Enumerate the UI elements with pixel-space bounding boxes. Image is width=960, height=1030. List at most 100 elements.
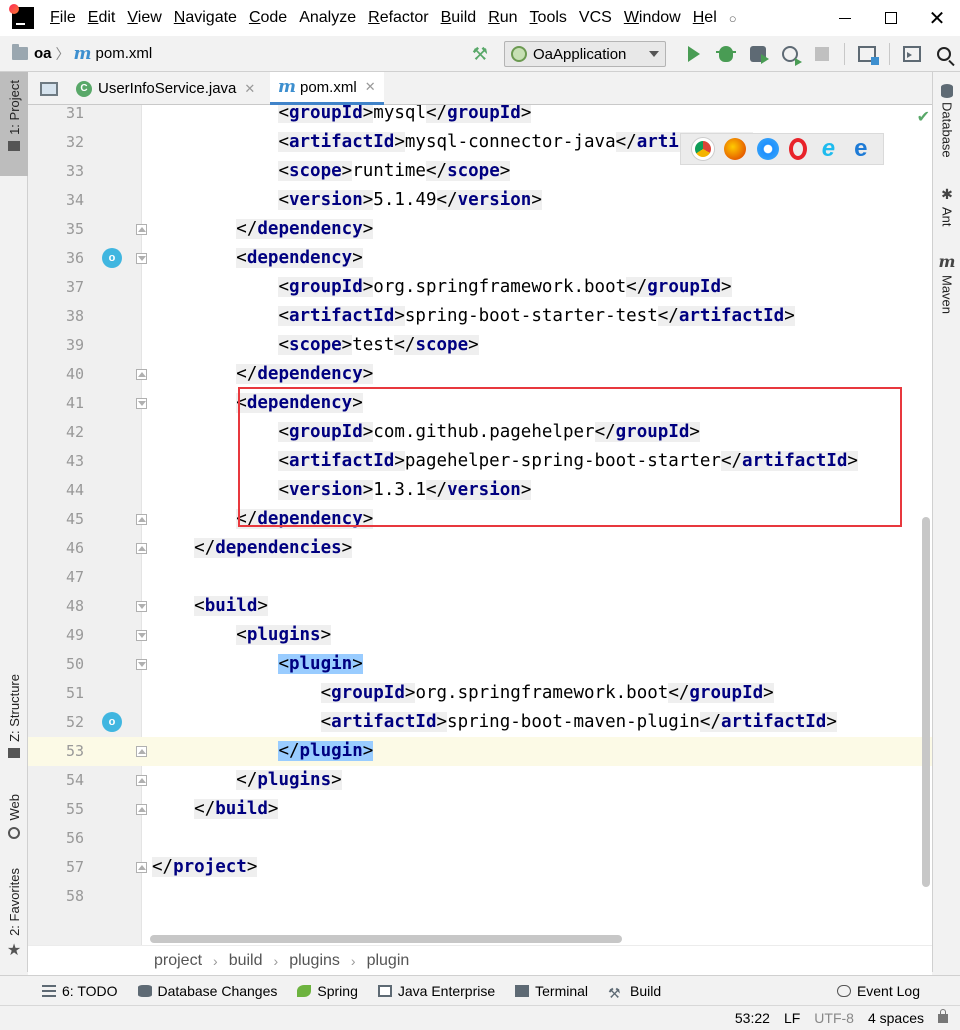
maven-dependency-gutter-icon[interactable]: o xyxy=(102,712,122,732)
tool-window-list[interactable]: 6: TODO xyxy=(42,983,118,999)
chrome-icon[interactable] xyxy=(692,138,715,160)
fold-marker-icon[interactable] xyxy=(136,224,147,235)
internet-explorer-icon[interactable]: e xyxy=(817,135,839,162)
tab-pom-xml[interactable]: m pom.xml ✕ xyxy=(270,72,384,105)
code-line[interactable]: 55 </build> xyxy=(28,795,932,824)
tool-window-term[interactable]: Terminal xyxy=(515,983,588,999)
code-line[interactable]: 34 <version>5.1.49</version> xyxy=(28,186,932,215)
code-line[interactable]: 35 </dependency> xyxy=(28,215,932,244)
nav-project[interactable]: oa xyxy=(34,45,52,62)
maximize-button[interactable] xyxy=(868,0,914,36)
tab-userinfoservice[interactable]: C UserInfoService.java ✕ xyxy=(68,72,263,105)
structure-tool-tab[interactable]: Z: Structure xyxy=(0,674,28,774)
code-line[interactable]: 48 <build> xyxy=(28,592,932,621)
code-line[interactable]: 52 o <artifactId>spring-boot-maven-plugin… xyxy=(28,708,932,737)
menu-run[interactable]: Run xyxy=(482,9,523,27)
fold-marker-icon[interactable] xyxy=(136,543,147,554)
menu-hel[interactable]: Hel xyxy=(687,9,723,27)
horizontal-scrollbar[interactable] xyxy=(150,935,622,943)
code-line[interactable]: 56 xyxy=(28,824,932,853)
code-line[interactable]: 36 o <dependency> xyxy=(28,244,932,273)
code-line[interactable]: 40 </dependency> xyxy=(28,360,932,389)
menu-window[interactable]: Window xyxy=(618,9,687,27)
code-line[interactable]: 50 <plugin> xyxy=(28,650,932,679)
maven-tool-tab[interactable]: m Maven xyxy=(933,252,960,314)
recent-files-icon[interactable] xyxy=(40,82,58,96)
inspection-ok-icon[interactable]: ✔ xyxy=(917,107,930,127)
code-line[interactable]: 31 <groupId>mysql</groupId> xyxy=(28,105,932,128)
build-hammer-icon[interactable]: ⚒ xyxy=(470,44,490,64)
code-line[interactable]: 54 </plugins> xyxy=(28,766,932,795)
menu-edit[interactable]: Edit xyxy=(82,9,122,27)
breadcrumb-item-project[interactable]: project xyxy=(154,952,202,970)
menu-analyze[interactable]: Analyze xyxy=(293,9,362,27)
code-line[interactable]: 49 <plugins> xyxy=(28,621,932,650)
edge-icon[interactable]: e xyxy=(850,135,872,162)
coverage-button[interactable] xyxy=(742,39,774,69)
fold-marker-icon[interactable] xyxy=(136,659,147,670)
menu-refactor[interactable]: Refactor xyxy=(362,9,434,27)
menu-code[interactable]: Code xyxy=(243,9,293,27)
run-config-dropdown[interactable]: OaApplication xyxy=(504,41,666,67)
fold-marker-icon[interactable] xyxy=(136,253,147,264)
project-tool-tab[interactable]: 1: Project xyxy=(0,72,28,176)
line-separator[interactable]: LF xyxy=(784,1010,800,1026)
profile-button[interactable] xyxy=(774,39,806,69)
menu-navigate[interactable]: Navigate xyxy=(168,9,243,27)
menu-vcs[interactable]: VCS xyxy=(573,9,618,27)
indent-setting[interactable]: 4 spaces xyxy=(868,1010,924,1026)
ant-tool-tab[interactable]: ✱ Ant xyxy=(933,186,960,227)
tool-window-build[interactable]: ⚒ Build xyxy=(608,983,661,1001)
safari-icon[interactable] xyxy=(756,138,779,160)
code-line[interactable]: 51 <groupId>org.springframework.boot</gr… xyxy=(28,679,932,708)
file-encoding[interactable]: UTF-8 xyxy=(814,1010,854,1026)
fold-marker-icon[interactable] xyxy=(136,514,147,525)
minimize-button[interactable] xyxy=(822,0,868,36)
project-structure-button[interactable] xyxy=(851,39,883,69)
menu-view[interactable]: View xyxy=(121,9,167,27)
web-tool-tab[interactable]: Web xyxy=(0,794,28,854)
database-tool-tab[interactable]: Database xyxy=(933,84,960,158)
fold-marker-icon[interactable] xyxy=(136,601,147,612)
code-line[interactable]: 57 </project> xyxy=(28,853,932,882)
close-tab-icon[interactable]: ✕ xyxy=(244,81,255,97)
breadcrumb-item-plugins[interactable]: plugins xyxy=(289,952,340,970)
code-line[interactable]: 47 xyxy=(28,563,932,592)
code-line[interactable]: 46 </dependencies> xyxy=(28,534,932,563)
menu-build[interactable]: Build xyxy=(435,9,483,27)
tool-window-je[interactable]: Java Enterprise xyxy=(377,983,495,999)
menu-tools[interactable]: Tools xyxy=(524,9,573,27)
fold-marker-icon[interactable] xyxy=(136,862,147,873)
close-tab-icon[interactable]: ✕ xyxy=(365,79,376,95)
maven-dependency-gutter-icon[interactable]: o xyxy=(102,248,122,268)
opera-icon[interactable] xyxy=(789,138,808,160)
event-log-button[interactable]: Event Log xyxy=(836,976,920,1006)
run-button[interactable] xyxy=(678,39,710,69)
tool-window-spring[interactable]: Spring xyxy=(297,983,358,999)
menu-file[interactable]: File xyxy=(44,9,82,27)
breadcrumb-item-plugin[interactable]: plugin xyxy=(367,952,410,970)
code-line[interactable]: 53 </plugin> xyxy=(28,737,932,766)
code-line[interactable]: 58 xyxy=(28,882,932,911)
fold-marker-icon[interactable] xyxy=(136,630,147,641)
fold-marker-icon[interactable] xyxy=(136,804,147,815)
fold-marker-icon[interactable] xyxy=(136,398,147,409)
firefox-icon[interactable] xyxy=(724,138,747,160)
fold-marker-icon[interactable] xyxy=(136,775,147,786)
code-line[interactable]: 39 <scope>test</scope> xyxy=(28,331,932,360)
presentation-button[interactable] xyxy=(896,39,928,69)
favorites-tool-tab[interactable]: 2: Favorites ★ xyxy=(0,868,28,964)
code-line[interactable]: 37 <groupId>org.springframework.boot</gr… xyxy=(28,273,932,302)
debug-button[interactable] xyxy=(710,39,742,69)
close-button[interactable]: ✕ xyxy=(914,0,960,36)
caret-position[interactable]: 53:22 xyxy=(735,1010,770,1026)
vertical-scrollbar[interactable] xyxy=(922,517,930,887)
search-everywhere-button[interactable] xyxy=(928,39,960,69)
lock-icon[interactable] xyxy=(938,1008,948,1023)
code-editor[interactable]: 31 <groupId>mysql</groupId> 32 <artifactI… xyxy=(28,105,932,945)
nav-file[interactable]: pom.xml xyxy=(96,45,153,62)
fold-marker-icon[interactable] xyxy=(136,746,147,757)
tool-window-db[interactable]: Database Changes xyxy=(137,983,277,999)
fold-marker-icon[interactable] xyxy=(136,369,147,380)
stop-button[interactable] xyxy=(806,39,838,69)
